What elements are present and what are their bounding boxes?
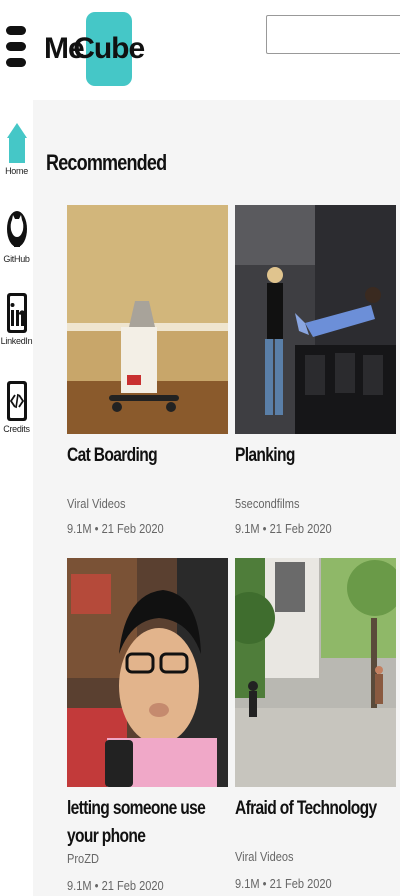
sidebar-item-label: Credits <box>3 424 30 434</box>
video-channel[interactable]: Viral Videos <box>235 849 372 864</box>
video-channel[interactable]: Viral Videos <box>67 496 204 511</box>
sidebar-item-label: LinkedIn <box>0 336 33 346</box>
logo[interactable]: Me Cube <box>44 12 145 86</box>
video-thumbnail[interactable] <box>235 558 396 787</box>
video-meta: 9.1M • 21 Feb 2020 <box>67 521 204 536</box>
search-input[interactable] <box>266 15 400 54</box>
video-card[interactable]: letting someone use your phone ProZD 9.1… <box>67 558 228 893</box>
github-icon <box>6 211 27 247</box>
video-thumbnail[interactable] <box>67 558 228 787</box>
video-date: 21 Feb 2020 <box>269 876 332 891</box>
video-channel[interactable]: ProZD <box>67 851 204 866</box>
video-views: 9.1M <box>67 878 92 893</box>
menu-icon[interactable] <box>6 26 28 72</box>
video-channel[interactable]: 5secondfilms <box>235 496 372 511</box>
meta-separator: • <box>94 521 99 536</box>
sidebar: Home GitHub LinkedIn Credits <box>0 100 33 896</box>
meta-separator: • <box>262 521 267 536</box>
video-title[interactable]: Afraid of Technology <box>235 795 396 823</box>
video-views: 9.1M <box>235 521 260 536</box>
video-views: 9.1M <box>67 521 92 536</box>
main-content: Recommended Cat Boarding Viral Videos 9.… <box>33 100 400 896</box>
video-date: 21 Feb 2020 <box>101 521 164 536</box>
video-title[interactable]: Planking <box>235 442 396 470</box>
video-views: 9.1M <box>235 876 260 891</box>
video-meta: 9.1M • 21 Feb 2020 <box>235 521 372 536</box>
meta-separator: • <box>262 876 267 891</box>
sidebar-item-label: Home <box>5 166 28 176</box>
code-icon <box>6 381 27 421</box>
sidebar-item-linkedin[interactable]: LinkedIn <box>0 292 33 346</box>
linkedin-icon <box>6 293 27 333</box>
sidebar-item-credits[interactable]: Credits <box>0 380 33 434</box>
video-title[interactable]: letting someone use your phone <box>67 795 228 851</box>
sidebar-item-home[interactable]: Home <box>0 122 33 176</box>
video-thumbnail[interactable] <box>235 205 396 434</box>
video-card[interactable]: Afraid of Technology Viral Videos 9.1M •… <box>235 558 396 891</box>
logo-text-cube: Cube <box>73 12 145 86</box>
video-card[interactable]: Cat Boarding Viral Videos 9.1M • 21 Feb … <box>67 205 228 536</box>
video-meta: 9.1M • 21 Feb 2020 <box>67 878 204 893</box>
video-meta: 9.1M • 21 Feb 2020 <box>235 876 372 891</box>
video-date: 21 Feb 2020 <box>101 878 164 893</box>
sidebar-item-label: GitHub <box>3 254 30 264</box>
sidebar-item-github[interactable]: GitHub <box>0 210 33 264</box>
video-card[interactable]: Planking 5secondfilms 9.1M • 21 Feb 2020 <box>235 205 396 536</box>
home-icon <box>6 123 27 163</box>
meta-separator: • <box>94 878 99 893</box>
section-title: Recommended <box>46 150 167 175</box>
video-thumbnail[interactable] <box>67 205 228 434</box>
video-title[interactable]: Cat Boarding <box>67 442 228 470</box>
video-date: 21 Feb 2020 <box>269 521 332 536</box>
header: Me Cube <box>0 0 400 100</box>
